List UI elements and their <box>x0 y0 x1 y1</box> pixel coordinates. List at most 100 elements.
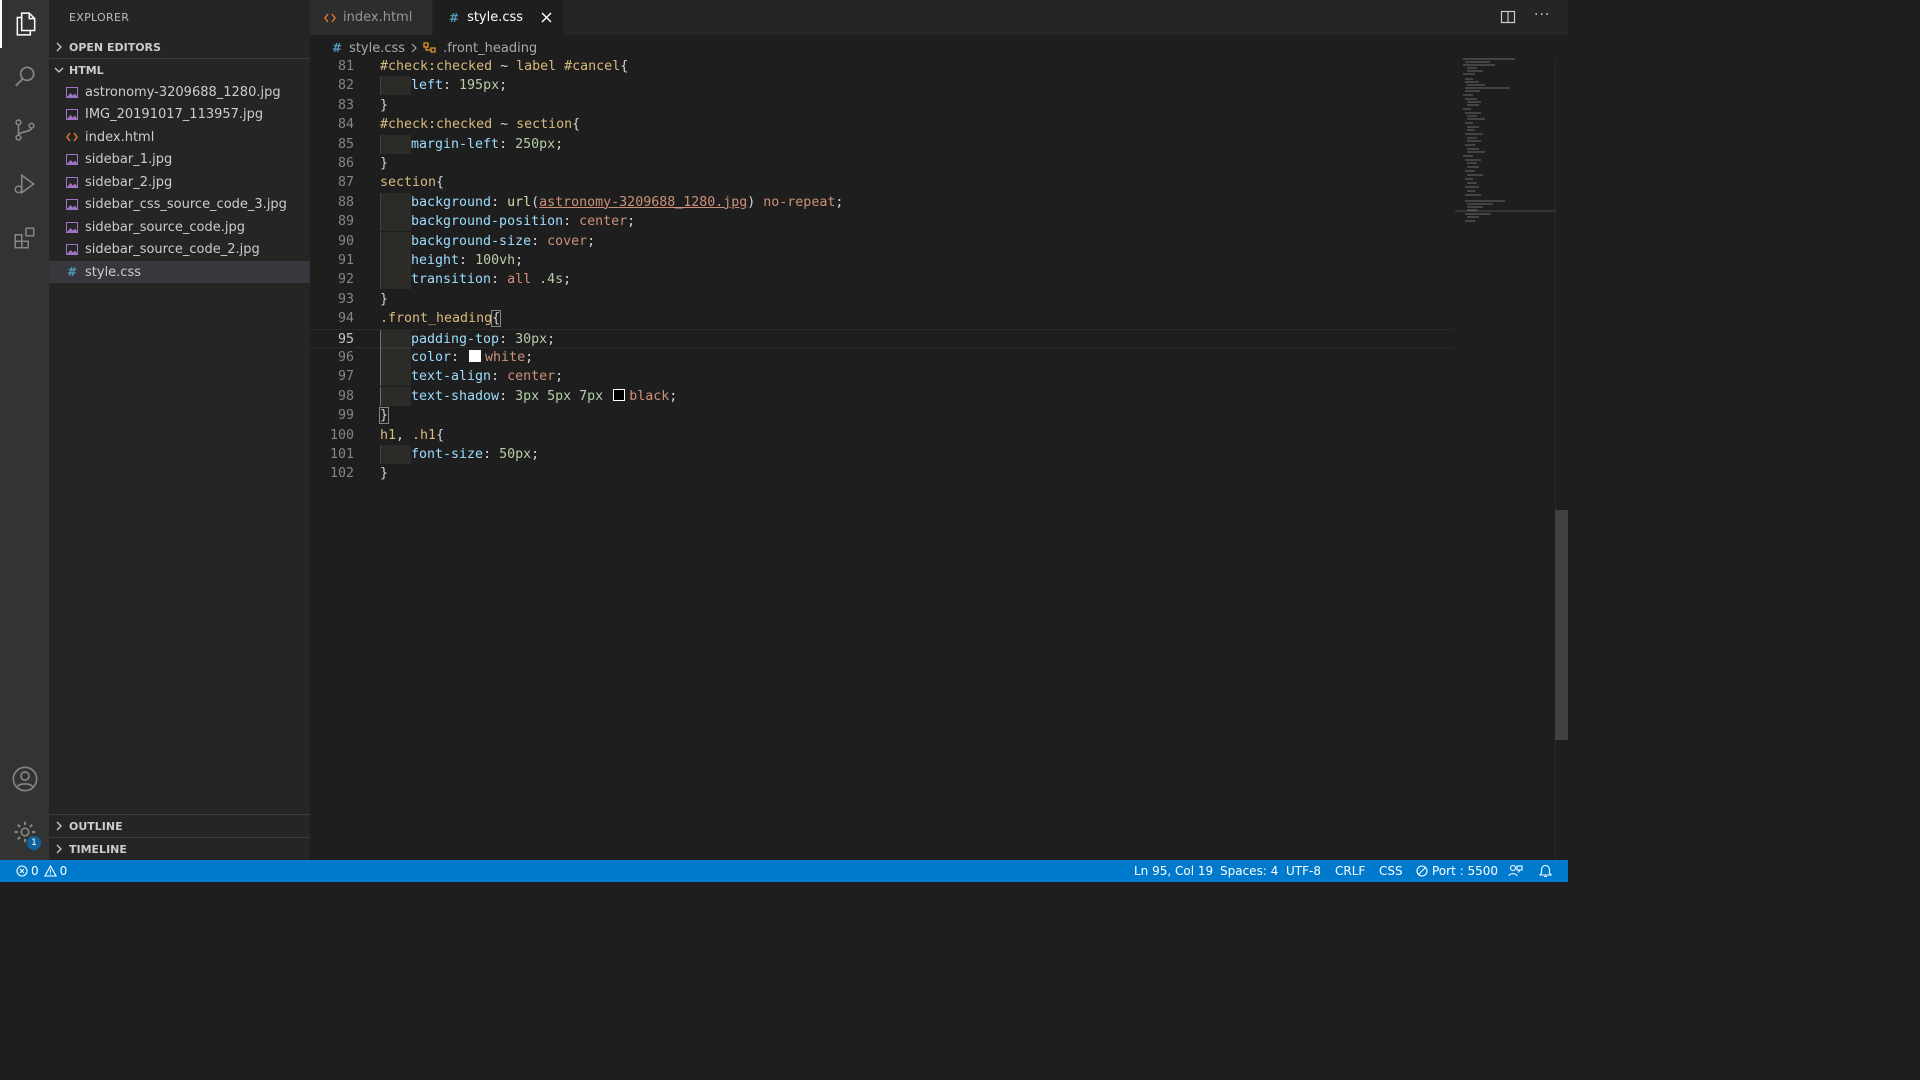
file-name: sidebar_source_code.jpg <box>85 219 245 235</box>
outline-section[interactable]: OUTLINE <box>49 814 310 837</box>
image-icon <box>65 176 79 188</box>
scrollbar-thumb[interactable] <box>1555 510 1568 740</box>
file-item[interactable]: sidebar_2.jpg <box>49 171 310 193</box>
code-text: section{ <box>380 175 445 191</box>
code-text: background: url(astronomy-3209688_1280.j… <box>380 192 843 212</box>
file-item[interactable]: sidebar_css_source_code_3.jpg <box>49 193 310 215</box>
folder-label: HTML <box>69 63 104 77</box>
open-editors-label: OPEN EDITORS <box>69 40 161 54</box>
code-line: 85 margin-left: 250px; <box>310 134 1455 154</box>
explorer-icon[interactable] <box>0 0 49 48</box>
more-actions-icon[interactable]: ··· <box>1534 7 1550 23</box>
folder-section-html[interactable]: HTML <box>49 58 310 81</box>
tab-label: style.css <box>467 10 524 25</box>
file-item[interactable]: astronomy-3209688_1280.jpg <box>49 81 310 103</box>
code-editor[interactable]: 81 #check:checked ~ label #cancel{ 82 le… <box>310 57 1455 860</box>
code-text: transition: all .4s; <box>380 270 571 290</box>
file-name: astronomy-3209688_1280.jpg <box>85 84 281 100</box>
file-item[interactable]: IMG_20191017_113957.jpg <box>49 103 310 125</box>
line-number: 97 <box>337 369 354 385</box>
warning-icon <box>43 865 57 877</box>
tab-index-html[interactable]: index.html <box>310 0 432 35</box>
line-number: 102 <box>329 466 354 482</box>
chevron-right-icon <box>49 42 69 52</box>
code-text: background-position: center; <box>380 212 635 232</box>
file-item[interactable]: index.html <box>49 126 310 148</box>
search-icon[interactable] <box>0 52 49 100</box>
code-text: } <box>378 407 390 425</box>
source-control-icon[interactable] <box>0 106 49 154</box>
notifications-bell-icon[interactable] <box>1539 860 1552 882</box>
minimap[interactable] <box>1455 57 1555 227</box>
file-name: sidebar_css_source_code_3.jpg <box>85 196 287 212</box>
code-line-current: 95 padding-top: 30px; <box>310 328 1455 349</box>
tab-style-css[interactable]: # style.css <box>433 0 563 35</box>
open-editors-section[interactable]: OPEN EDITORS <box>49 36 310 58</box>
outline-label: OUTLINE <box>69 819 123 833</box>
split-editor-icon[interactable] <box>1500 9 1516 29</box>
code-text: #check:checked ~ label #cancel{ <box>380 59 629 74</box>
code-line: 102 } <box>310 464 1455 483</box>
code-text: } <box>380 466 389 482</box>
line-number: 89 <box>337 214 354 230</box>
tab-bar: index.html # style.css ··· <box>310 0 1568 35</box>
chevron-right-icon <box>49 821 69 831</box>
code-line: 82 left: 195px; <box>310 76 1455 96</box>
line-number: 92 <box>337 272 354 288</box>
code-text: } <box>380 97 389 113</box>
code-line: 99 } <box>310 406 1455 425</box>
code-line: 92 transition: all .4s; <box>310 270 1455 290</box>
code-line: 87 section{ <box>310 173 1455 192</box>
cursor-position[interactable]: Ln 95, Col 19 <box>1134 860 1213 882</box>
run-debug-icon[interactable] <box>0 160 49 208</box>
file-item[interactable]: sidebar_source_code.jpg <box>49 216 310 238</box>
html-icon <box>65 132 79 142</box>
live-server-port[interactable]: Port : 5500 <box>1416 860 1498 882</box>
sidebar-title: EXPLORER <box>69 11 130 24</box>
code-line: 98 text-shadow: 3px 5px 7px black; <box>310 386 1455 406</box>
encoding[interactable]: UTF-8 <box>1286 860 1321 882</box>
extensions-icon[interactable] <box>0 214 49 262</box>
breadcrumb-symbol[interactable]: .front_heading <box>443 41 537 56</box>
css-icon: # <box>449 10 460 25</box>
line-number: 99 <box>337 408 354 424</box>
accounts-icon[interactable] <box>0 755 49 803</box>
feedback-icon[interactable] <box>1508 860 1523 882</box>
color-swatch[interactable] <box>613 388 626 401</box>
breadcrumb-file[interactable]: style.css <box>349 41 405 56</box>
file-item[interactable]: sidebar_source_code_2.jpg <box>49 238 310 260</box>
code-line: 84 #check:checked ~ section{ <box>310 115 1455 134</box>
code-line: 100 h1, .h1{ <box>310 426 1455 445</box>
line-number: 82 <box>337 78 354 94</box>
code-line: 93 } <box>310 290 1455 309</box>
code-text: .front_heading{ <box>380 310 502 328</box>
status-bar: 0 0 Ln 95, Col 19 Spaces: 4 UTF-8 CRLF C… <box>0 860 1568 882</box>
chevron-right-icon <box>410 43 418 53</box>
file-item[interactable]: sidebar_1.jpg <box>49 148 310 170</box>
code-text: font-size: 50px; <box>380 445 539 464</box>
code-line: 89 background-position: center; <box>310 212 1455 232</box>
file-item-selected[interactable]: # style.css <box>49 261 310 283</box>
settings-gear-icon[interactable]: 1 <box>0 808 49 856</box>
code-text: margin-left: 250px; <box>380 134 563 154</box>
file-name: sidebar_2.jpg <box>85 174 173 190</box>
line-number: 85 <box>337 136 354 152</box>
problems-indicator[interactable]: 0 0 <box>16 860 67 882</box>
timeline-section[interactable]: TIMELINE <box>49 837 310 860</box>
code-line: 96 color: white; <box>310 348 1455 367</box>
color-swatch[interactable] <box>469 350 482 362</box>
file-name: sidebar_source_code_2.jpg <box>85 241 260 257</box>
image-icon <box>65 243 79 255</box>
language-mode[interactable]: CSS <box>1379 860 1403 882</box>
indentation[interactable]: Spaces: 4 <box>1220 860 1278 882</box>
code-line: 86 } <box>310 154 1455 173</box>
live-server-icon <box>1416 865 1428 877</box>
code-line: 91 height: 100vh; <box>310 251 1455 270</box>
code-line: 101 font-size: 50px; <box>310 445 1455 464</box>
close-icon[interactable] <box>541 12 552 23</box>
line-number: 98 <box>337 388 354 404</box>
line-number: 95 <box>337 331 354 347</box>
line-number: 90 <box>337 233 354 249</box>
line-ending[interactable]: CRLF <box>1335 860 1365 882</box>
image-icon <box>65 153 79 165</box>
